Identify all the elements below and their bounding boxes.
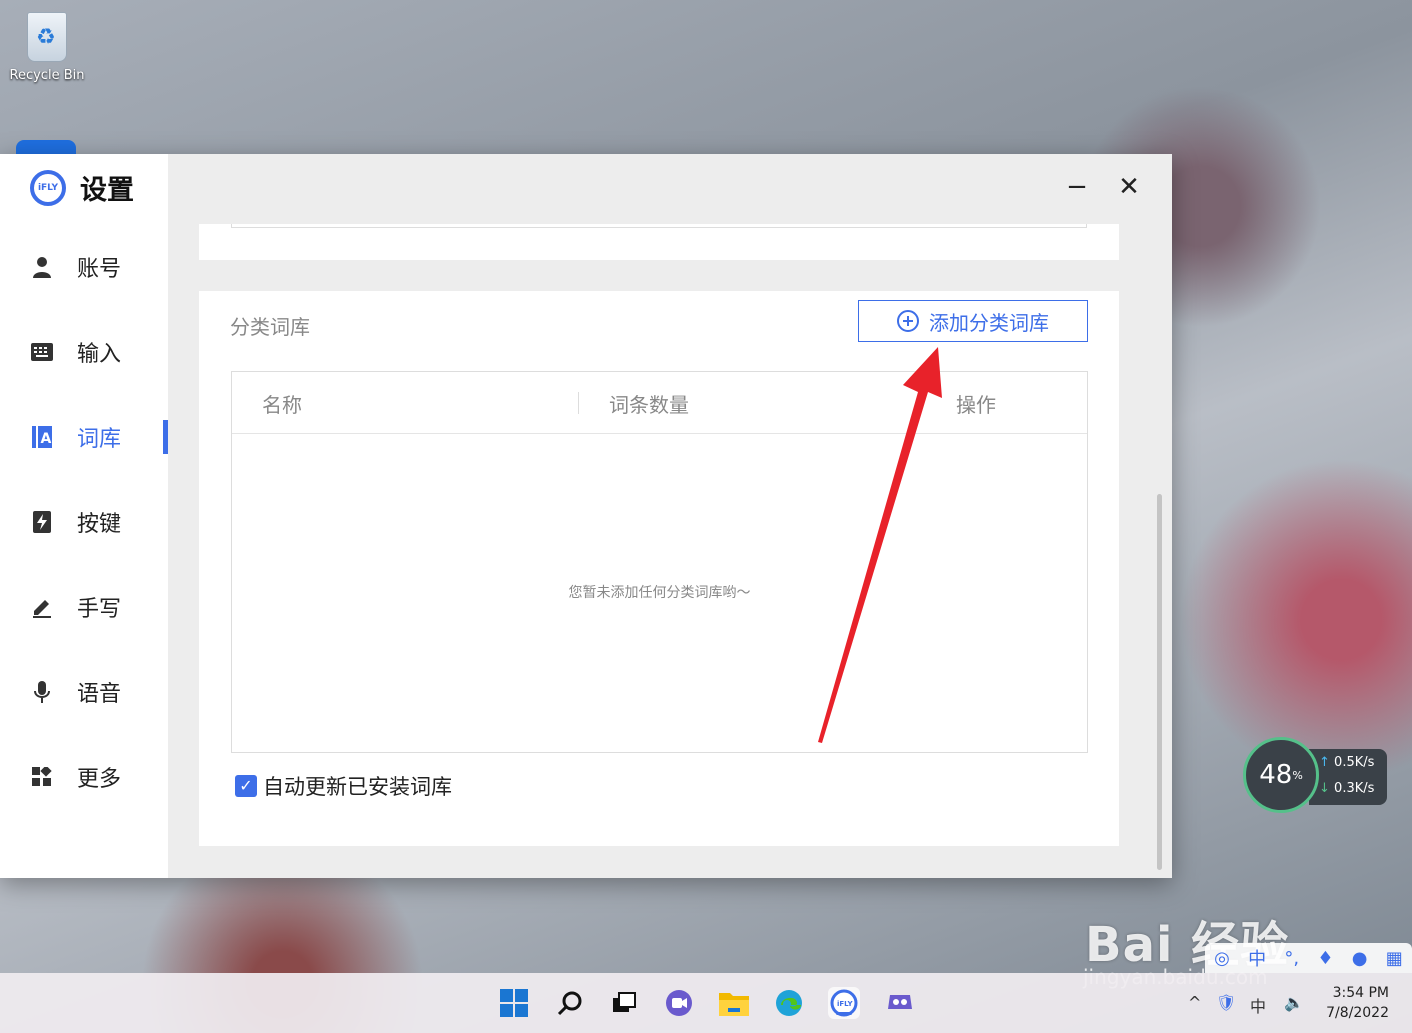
sidebar-item-label: 账号 [77,257,122,282]
speed-readout: ↑ 0.5K/s ↓ 0.3K/s [1309,749,1387,805]
recycle-bin[interactable]: Recycle Bin [6,8,88,83]
sidebar: iFLY 设置 账号 输入 A 词库 按键 手写 语音 更多 [0,154,168,878]
previous-section-box [231,224,1087,228]
pen-icon [30,595,54,619]
auto-update-label: 自动更新已安装词库 [263,775,452,799]
sidebar-item-label: 手写 [77,597,122,622]
volume-icon[interactable]: 🔈 [1284,993,1304,1012]
column-header-name: 名称 [262,393,302,417]
sidebar-item-label: 输入 [77,342,122,367]
close-button[interactable]: ✕ [1114,172,1144,202]
clock-date: 7/8/2022 [1326,1005,1389,1021]
ifly-icon[interactable]: iFLY [828,987,860,1019]
sidebar-item-account[interactable]: 账号 [0,242,168,292]
sidebar-item-label: 按键 [77,512,122,537]
keyboard-icon [30,340,54,364]
active-indicator [836,1012,852,1015]
memory-usage-gauge: 48% [1243,737,1319,813]
toolbar-logo-icon[interactable]: ◎ [1214,948,1230,969]
recycle-bin-label: Recycle Bin [9,68,85,83]
usage-unit: % [1292,768,1303,782]
chevron-up-icon[interactable]: ^ [1188,993,1201,1012]
scrollbar[interactable] [1157,494,1162,870]
security-shield-icon[interactable]: 🛡 [1216,993,1236,1012]
section-title: 分类词库 [230,315,310,339]
column-divider [578,392,579,414]
sidebar-item-label: 语音 [77,682,122,707]
logo-text: iFLY [37,183,59,193]
sidebar-item-lexicon[interactable]: A 词库 [0,412,168,462]
clock-time: 3:54 PM [1332,985,1389,1001]
task-view-icon[interactable] [608,987,640,1019]
toolbar-mic-icon[interactable]: ♦ [1317,948,1333,969]
plus-circle-icon [897,310,919,332]
download-speed: ↓ 0.3K/s [1319,781,1375,796]
auto-update-option[interactable]: ✓ 自动更新已安装词库 [235,771,452,801]
minimize-button[interactable]: − [1062,172,1092,202]
sidebar-item-label: 词库 [77,427,122,452]
system-clock[interactable]: 3:54 PM 7/8/2022 [1325,983,1389,1023]
usage-percent: 48 [1259,760,1293,790]
column-header-count: 词条数量 [609,393,689,417]
toolbar-grid-icon[interactable]: ▦ [1386,948,1403,969]
ifly-logo-icon: iFLY [30,170,66,206]
svg-text:A: A [41,431,52,447]
add-button-label: 添加分类词库 [929,310,1049,335]
sidebar-item-keys[interactable]: 按键 [0,497,168,547]
key-bolt-icon [30,510,54,534]
chat-icon[interactable] [663,987,695,1019]
sidebar-item-label: 更多 [77,767,122,792]
taskbar: ◎ 中 °, ♦ ● ▦ iFLY ^ 🛡 中 🔈 3:54 PM 7/8/20… [0,943,1412,1033]
category-lexicon-panel: 分类词库 添加分类词库 名称 词条数量 操作 您暂未添加任何分类词库哟～ ✓ 自… [199,291,1119,846]
empty-state-message: 您暂未添加任何分类词库哟～ [568,585,751,601]
search-icon[interactable] [554,987,586,1019]
microphone-icon [30,680,54,704]
ifly-floating-toolbar[interactable]: ◎ 中 °, ♦ ● ▦ [1205,943,1412,973]
game-app-icon[interactable] [884,987,916,1019]
table-header: 名称 词条数量 操作 [232,372,1087,434]
input-method-icon[interactable]: 中 [1250,993,1266,1017]
recycle-bin-icon [27,12,67,62]
upload-speed: ↑ 0.5K/s [1319,755,1375,770]
network-speed-widget[interactable]: ↑ 0.5K/s ↓ 0.3K/s 48% [1243,737,1387,815]
auto-update-checkbox[interactable]: ✓ [235,775,257,797]
sidebar-item-voice[interactable]: 语音 [0,667,168,717]
column-header-action: 操作 [956,393,996,417]
edge-icon[interactable] [773,987,805,1019]
user-icon [30,255,54,279]
toolbar-lang-icon[interactable]: 中 [1248,945,1266,971]
sidebar-item-handwriting[interactable]: 手写 [0,582,168,632]
toolbar-user-icon[interactable]: ● [1352,948,1368,969]
lexicon-table: 名称 词条数量 操作 您暂未添加任何分类词库哟～ [231,371,1088,753]
settings-window: iFLY 设置 账号 输入 A 词库 按键 手写 语音 更多 − ✕ 分类词库 … [0,154,1172,878]
file-explorer-icon[interactable] [718,987,750,1019]
more-grid-icon [30,765,54,789]
toolbar-punct-icon[interactable]: °, [1284,948,1299,969]
lexicon-icon: A [30,425,54,449]
svg-text:iFLY: iFLY [837,1000,854,1008]
window-title: 设置 [80,175,134,206]
previous-section-panel [199,224,1119,260]
sidebar-item-more[interactable]: 更多 [0,752,168,802]
start-icon[interactable] [498,987,530,1019]
add-category-lexicon-button[interactable]: 添加分类词库 [858,300,1088,342]
sidebar-item-input[interactable]: 输入 [0,327,168,377]
